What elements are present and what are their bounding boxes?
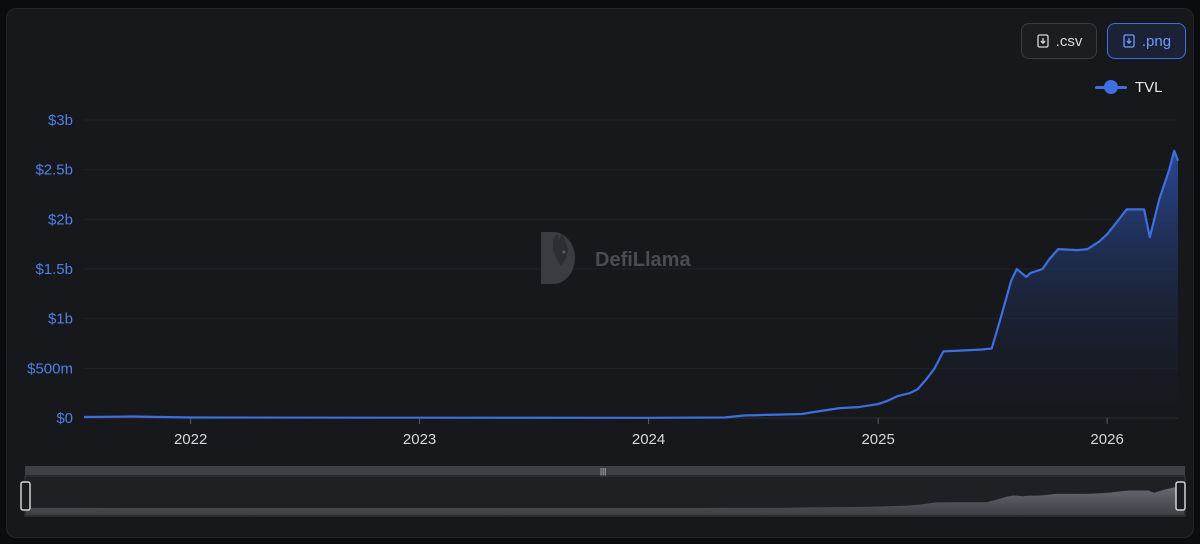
x-tick-label: 2025 bbox=[861, 431, 894, 448]
y-tick-label: $0 bbox=[56, 410, 73, 427]
navigator-left-handle[interactable] bbox=[20, 481, 31, 511]
tvl-chart[interactable]: $0$500m$1b$1.5b$2b$2.5b$3b 2022 2023 2024 2… bbox=[0, 0, 1200, 544]
x-tick-label: 2023 bbox=[403, 431, 436, 448]
defillama-watermark: DefiLlama bbox=[541, 232, 691, 284]
x-tick-label: 2024 bbox=[632, 431, 665, 448]
y-tick-label: $1.5b bbox=[35, 261, 73, 278]
y-tick-label: $3b bbox=[48, 112, 73, 129]
navigator-right-handle[interactable] bbox=[1175, 481, 1186, 511]
x-tick-label: 2026 bbox=[1090, 431, 1123, 448]
y-axis: $0 $500m $1b $1.5b $2b $2.5b $3b bbox=[27, 112, 73, 427]
x-axis: 2022 2023 2024 2025 2026 bbox=[174, 418, 1124, 448]
watermark-text: DefiLlama bbox=[595, 249, 691, 271]
y-tick-label: $2b bbox=[48, 211, 73, 228]
x-tick-label: 2022 bbox=[174, 431, 207, 448]
y-tick-label: $1b bbox=[48, 311, 73, 328]
navigator-grip-icon[interactable]: ||| bbox=[600, 467, 606, 476]
range-navigator[interactable]: ||| bbox=[20, 466, 1186, 517]
y-tick-label: $2.5b bbox=[35, 162, 73, 179]
y-tick-label: $500m bbox=[27, 360, 73, 377]
tvl-area-fill bbox=[84, 150, 1178, 419]
